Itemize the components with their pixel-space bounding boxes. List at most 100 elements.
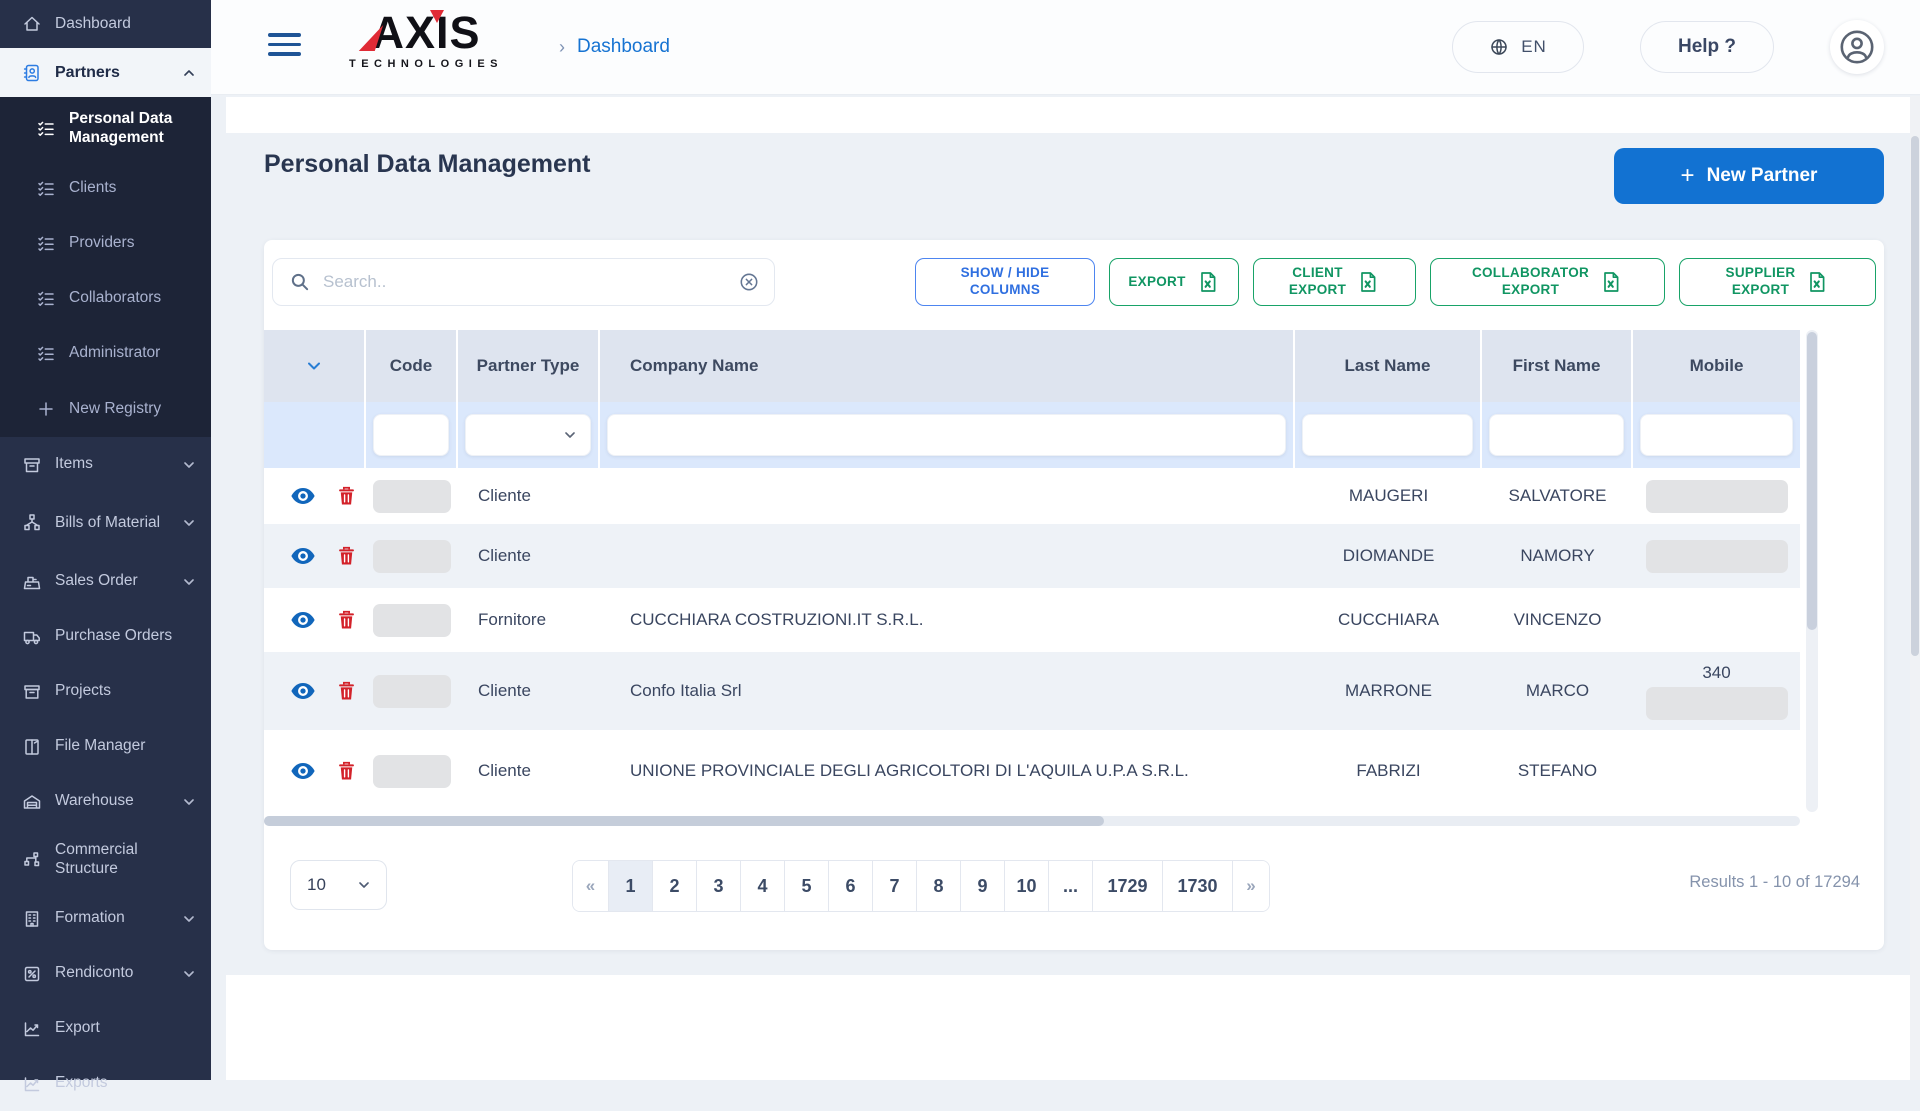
sidebar-item-partners[interactable]: Partners — [0, 48, 211, 97]
sidebar-item-new-registry[interactable]: New Registry — [0, 381, 211, 437]
chart-icon — [22, 1074, 42, 1094]
sidebar-item-label: Personal Data Management — [69, 110, 197, 147]
column-header-partner-type[interactable]: Partner Type — [458, 330, 600, 402]
table-row: Cliente MAUGERI SALVATORE — [264, 468, 1800, 524]
clear-search-icon[interactable] — [738, 271, 760, 293]
sidebar-item-exports[interactable]: Exports — [0, 1056, 211, 1111]
view-row-button[interactable] — [290, 547, 316, 565]
collaborator-export-button[interactable]: COLLABORATOREXPORT — [1430, 258, 1665, 306]
pagination-pages: « 1 2 3 4 5 6 7 8 9 10 ... 1729 1730 » — [572, 860, 1270, 912]
sidebar-item-projects[interactable]: Projects — [0, 664, 211, 719]
pagination-ellipsis[interactable]: ... — [1049, 861, 1093, 911]
filter-input-company-name[interactable] — [607, 414, 1286, 456]
delete-row-button[interactable] — [338, 486, 355, 506]
sidebar-item-collaborators[interactable]: Collaborators — [0, 271, 211, 326]
select-all-header[interactable] — [264, 330, 366, 402]
filter-input-mobile[interactable] — [1640, 414, 1793, 456]
sidebar-item-dashboard[interactable]: Dashboard — [0, 0, 211, 48]
chevron-down-icon — [181, 911, 197, 927]
plus-icon — [36, 399, 56, 419]
cell-partner-type: Cliente — [458, 652, 600, 730]
pagination-page-6[interactable]: 6 — [829, 861, 873, 911]
delete-row-button[interactable] — [338, 610, 355, 630]
filter-select-partner-type[interactable] — [465, 414, 591, 456]
sidebar-item-purchase-orders[interactable]: Purchase Orders — [0, 609, 211, 664]
view-row-button[interactable] — [290, 487, 316, 505]
app-logo[interactable]: AXIS TECHNOLOGIES — [336, 10, 516, 70]
page-size-select[interactable]: 10 — [290, 860, 387, 910]
partners-submenu: Personal Data Management Clients Provide… — [0, 97, 211, 437]
cell-company-name: CUCCHIARA COSTRUZIONI.IT S.R.L. — [600, 588, 1295, 652]
view-row-button[interactable] — [290, 611, 316, 629]
sidebar-item-warehouse[interactable]: Warehouse — [0, 774, 211, 829]
delete-row-button[interactable] — [338, 546, 355, 566]
logo-subtext: TECHNOLOGIES — [336, 58, 516, 70]
sidebar-item-clients[interactable]: Clients — [0, 161, 211, 216]
pagination-page-1730[interactable]: 1730 — [1163, 861, 1233, 911]
filter-input-first-name[interactable] — [1489, 414, 1624, 456]
view-row-button[interactable] — [290, 682, 316, 700]
topbar: AXIS TECHNOLOGIES › Dashboard EN Help ? — [211, 0, 1920, 95]
show-hide-columns-button[interactable]: SHOW / HIDECOLUMNS — [915, 258, 1095, 306]
help-button[interactable]: Help ? — [1640, 21, 1774, 73]
view-row-button[interactable] — [290, 762, 316, 780]
filter-input-code[interactable] — [373, 414, 449, 456]
redacted-mobile — [1646, 480, 1788, 513]
column-header-last-name[interactable]: Last Name — [1295, 330, 1482, 402]
cell-first-name: STEFANO — [1482, 730, 1633, 812]
sidebar-item-bills-of-material[interactable]: Bills of Material — [0, 492, 211, 554]
column-header-first-name[interactable]: First Name — [1482, 330, 1633, 402]
delete-row-button[interactable] — [338, 761, 355, 781]
pagination-last[interactable]: » — [1233, 861, 1269, 911]
breadcrumb-item[interactable]: Dashboard — [577, 36, 670, 58]
new-partner-button[interactable]: + New Partner — [1614, 148, 1884, 204]
sidebar-item-rendiconto[interactable]: Rendiconto — [0, 946, 211, 1001]
pagination-page-8[interactable]: 8 — [917, 861, 961, 911]
cell-first-name: SALVATORE — [1482, 468, 1633, 524]
pagination-page-2[interactable]: 2 — [653, 861, 697, 911]
column-header-mobile[interactable]: Mobile — [1633, 330, 1800, 402]
language-selector[interactable]: EN — [1452, 21, 1584, 73]
horizontal-scrollbar-thumb[interactable] — [264, 816, 1104, 826]
cell-last-name: MARRONE — [1295, 652, 1482, 730]
sidebar-item-export[interactable]: Export — [0, 1001, 211, 1056]
pagination-page-9[interactable]: 9 — [961, 861, 1005, 911]
breadcrumb[interactable]: › Dashboard — [559, 36, 670, 58]
pagination-page-5[interactable]: 5 — [785, 861, 829, 911]
hamburger-menu-button[interactable] — [268, 33, 301, 62]
org-chart-icon — [22, 850, 42, 870]
column-header-company-name[interactable]: Company Name — [600, 330, 1295, 402]
sidebar-item-personal-data-management[interactable]: Personal Data Management — [0, 97, 211, 161]
table-horizontal-scrollbar[interactable] — [264, 816, 1800, 826]
sidebar-item-label: Export — [55, 1019, 197, 1038]
sidebar-item-items[interactable]: Items — [0, 437, 211, 492]
supplier-export-button[interactable]: SUPPLIEREXPORT — [1679, 258, 1876, 306]
table-vertical-scrollbar[interactable] — [1806, 330, 1818, 812]
pagination-page-3[interactable]: 3 — [697, 861, 741, 911]
export-button[interactable]: EXPORT — [1109, 258, 1239, 306]
pagination-page-4[interactable]: 4 — [741, 861, 785, 911]
sidebar-item-administrator[interactable]: Administrator — [0, 326, 211, 381]
user-avatar-button[interactable] — [1830, 20, 1884, 74]
pagination-page-1[interactable]: 1 — [609, 861, 653, 911]
client-export-button[interactable]: CLIENTEXPORT — [1253, 258, 1416, 306]
pagination-page-1729[interactable]: 1729 — [1093, 861, 1163, 911]
pagination-first[interactable]: « — [573, 861, 609, 911]
pagination-page-7[interactable]: 7 — [873, 861, 917, 911]
redacted-code — [373, 604, 451, 637]
sidebar-item-file-manager[interactable]: File Manager — [0, 719, 211, 774]
column-header-code[interactable]: Code — [366, 330, 458, 402]
window-scrollbar-thumb[interactable] — [1911, 136, 1919, 656]
pagination-page-10[interactable]: 10 — [1005, 861, 1049, 911]
sidebar-item-commercial-structure[interactable]: Commercial Structure — [0, 829, 211, 891]
vertical-scrollbar-thumb[interactable] — [1807, 332, 1817, 630]
delete-row-button[interactable] — [338, 681, 355, 701]
sidebar-item-sales-order[interactable]: Sales Order — [0, 554, 211, 609]
window-scrollbar[interactable] — [1910, 96, 1920, 1080]
search-input[interactable] — [323, 272, 726, 292]
filter-input-last-name[interactable] — [1302, 414, 1473, 456]
sidebar-item-providers[interactable]: Providers — [0, 216, 211, 271]
cell-last-name: DIOMANDE — [1295, 524, 1482, 588]
sidebar-item-formation[interactable]: Formation — [0, 891, 211, 946]
data-table: Code Partner Type Company Name Last Name… — [264, 330, 1800, 812]
